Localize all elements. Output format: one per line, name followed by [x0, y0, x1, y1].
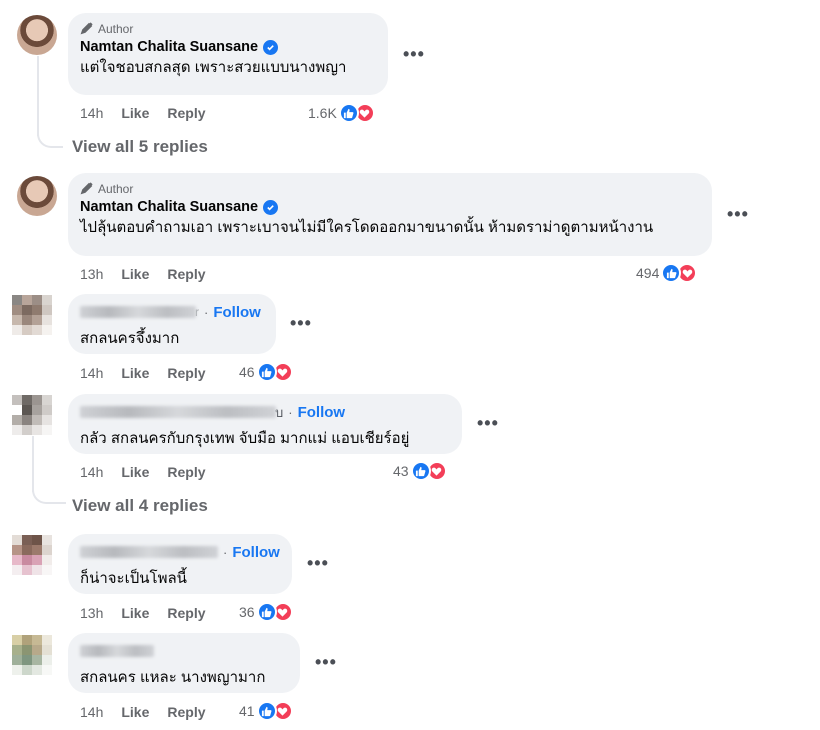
comment-bubble: r · Follow สกลนครจึ้งมาก [68, 294, 276, 354]
reply-button[interactable]: Reply [167, 105, 205, 121]
like-reaction-icon [661, 263, 682, 283]
reply-button[interactable]: Reply [167, 365, 205, 381]
separator-dot: · [223, 544, 228, 560]
like-reaction-icon [410, 461, 431, 481]
avatar[interactable] [17, 176, 57, 216]
reply-button[interactable]: Reply [167, 464, 205, 480]
avatar[interactable] [12, 535, 52, 575]
comment-bubble: · Follow ก็น่าจะเป็นโพลนี้ [68, 534, 292, 594]
reaction-summary[interactable]: 46 [239, 362, 293, 382]
comment-text: สกลนครจึ้งมาก [80, 330, 180, 347]
reply-button[interactable]: Reply [167, 605, 205, 621]
more-options-icon[interactable]: ••• [477, 413, 499, 434]
author-badge: Author [80, 181, 700, 197]
more-options-icon[interactable]: ••• [307, 553, 329, 574]
more-options-icon[interactable]: ••• [315, 652, 337, 673]
like-button[interactable]: Like [121, 365, 149, 381]
like-button[interactable]: Like [121, 704, 149, 720]
comment-bubble: สกลนคร แหละ นางพญามาก [68, 633, 300, 693]
thread-curve [32, 488, 66, 504]
avatar[interactable] [12, 295, 52, 335]
like-button[interactable]: Like [121, 605, 149, 621]
comment-actions: 14h Like Reply [80, 363, 224, 383]
comment-actions: 14h Like Reply [80, 702, 224, 722]
timestamp[interactable]: 14h [80, 704, 103, 720]
comment-actions: 13h Like Reply [80, 264, 224, 284]
redacted-name [80, 306, 196, 318]
view-replies-link[interactable]: View all 4 replies [72, 496, 208, 516]
avatar[interactable] [12, 635, 52, 675]
comment-text: ไปลุ้นตอบคำถามเอา เพราะเบาจนไม่มีใครโดดอ… [80, 219, 654, 236]
reaction-summary[interactable]: 41 [239, 701, 293, 721]
thread-line [37, 56, 39, 136]
reaction-count: 43 [393, 463, 409, 479]
comment-actions: 14h Like Reply [80, 462, 224, 482]
commenter-name[interactable]: Namtan Chalita Suansane [80, 199, 258, 215]
reaction-summary[interactable]: 1.6K [308, 103, 375, 123]
comment-text: สกลนคร แหละ นางพญามาก [80, 669, 266, 686]
comment-bubble: Author Namtan Chalita Suansane ไปลุ้นตอบ… [68, 173, 712, 256]
comment-actions: 14h Like Reply [80, 103, 224, 123]
comment-actions: 13h Like Reply [80, 603, 224, 623]
comment-text: แต่ใจชอบสกลสุด เพราะสวยแบบนางพญา [80, 59, 347, 76]
author-badge: Author [80, 21, 376, 37]
verified-badge-icon [263, 199, 279, 215]
pen-icon [80, 181, 94, 198]
thread-line [32, 436, 34, 492]
reaction-count: 41 [239, 703, 255, 719]
more-options-icon[interactable]: ••• [290, 313, 312, 334]
like-reaction-icon [256, 362, 277, 382]
like-button[interactable]: Like [121, 464, 149, 480]
pen-icon [80, 21, 94, 38]
view-replies-link[interactable]: View all 5 replies [72, 137, 208, 157]
reaction-summary[interactable]: 43 [393, 461, 447, 481]
like-reaction-icon [256, 602, 277, 622]
more-options-icon[interactable]: ••• [727, 204, 749, 225]
commenter-name-suffix: บ [275, 404, 284, 420]
timestamp[interactable]: 14h [80, 464, 103, 480]
like-button[interactable]: Like [121, 266, 149, 282]
author-tag-label: Author [98, 182, 134, 196]
like-reaction-icon [256, 701, 277, 721]
timestamp[interactable]: 14h [80, 105, 103, 121]
like-reaction-icon [338, 103, 359, 123]
more-options-icon[interactable]: ••• [403, 44, 425, 65]
reply-button[interactable]: Reply [167, 704, 205, 720]
comment-text: กลัว สกลนครกับกรุงเทพ จับมือ มากแม่ แอบเ… [80, 430, 410, 447]
thread-curve [37, 132, 63, 148]
reaction-count: 1.6K [308, 105, 337, 121]
comment-text: ก็น่าจะเป็นโพลนี้ [80, 570, 187, 587]
redacted-name [80, 546, 218, 558]
like-button[interactable]: Like [121, 105, 149, 121]
reaction-count: 46 [239, 364, 255, 380]
separator-dot: · [288, 404, 293, 420]
follow-button[interactable]: Follow [213, 304, 261, 321]
timestamp[interactable]: 14h [80, 365, 103, 381]
reaction-count: 36 [239, 604, 255, 620]
separator-dot: · [204, 304, 209, 320]
author-tag-label: Author [98, 22, 134, 36]
redacted-name [80, 645, 154, 657]
follow-button[interactable]: Follow [298, 404, 346, 421]
reply-button[interactable]: Reply [167, 266, 205, 282]
reaction-summary[interactable]: 36 [239, 602, 293, 622]
follow-button[interactable]: Follow [232, 544, 280, 561]
avatar[interactable] [12, 395, 52, 435]
reaction-count: 494 [636, 265, 660, 281]
comment-bubble: บ · Follow กลัว สกลนครกับกรุงเทพ จับมือ … [68, 394, 462, 454]
timestamp[interactable]: 13h [80, 605, 103, 621]
redacted-name [80, 406, 276, 418]
avatar[interactable] [17, 15, 57, 55]
verified-badge-icon [263, 39, 279, 55]
timestamp[interactable]: 13h [80, 266, 103, 282]
comment-bubble: Author Namtan Chalita Suansane แต่ใจชอบส… [68, 13, 388, 95]
reaction-summary[interactable]: 494 [636, 263, 698, 283]
commenter-name[interactable]: Namtan Chalita Suansane [80, 39, 258, 55]
